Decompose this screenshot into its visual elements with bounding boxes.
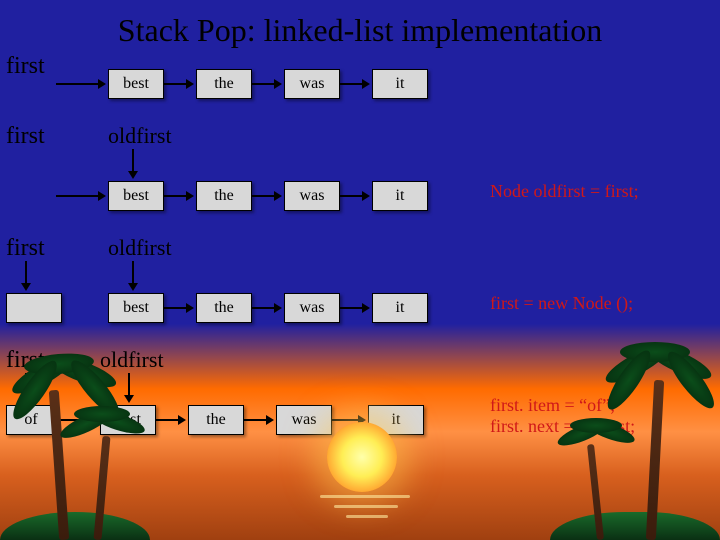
node-best: best xyxy=(108,293,164,323)
arrow-down-icon xyxy=(128,373,130,395)
node-was: was xyxy=(284,181,340,211)
slide-title: Stack Pop: linked-list implementation xyxy=(0,0,720,53)
caption-2: first = new Node (); xyxy=(490,293,633,314)
arrow-icon xyxy=(252,83,274,85)
caption-3a: first. item = “of”; xyxy=(490,395,615,415)
arrow-icon xyxy=(340,195,362,197)
oldfirst-label-2: oldfirst xyxy=(108,123,172,149)
arrow-icon xyxy=(56,195,98,197)
arrow-icon xyxy=(340,83,362,85)
node-new-empty xyxy=(6,293,62,323)
arrow-icon xyxy=(56,83,98,85)
node-the: the xyxy=(196,69,252,99)
arrow-icon xyxy=(340,307,362,309)
arrow-icon xyxy=(164,195,186,197)
arrow-down-icon xyxy=(132,149,134,171)
oldfirst-label-4: oldfirst xyxy=(100,347,164,373)
node-best: best xyxy=(108,69,164,99)
palm-tree-icon xyxy=(78,420,128,540)
node-best: best xyxy=(108,181,164,211)
oldfirst-label-3: oldfirst xyxy=(108,235,172,261)
arrow-icon xyxy=(244,419,266,421)
palm-tree-icon xyxy=(574,430,620,540)
node-the: the xyxy=(196,293,252,323)
node-it: it xyxy=(372,181,428,211)
ripple-decoration xyxy=(320,495,410,498)
arrow-icon xyxy=(164,307,186,309)
node-the: the xyxy=(196,181,252,211)
arrow-down-icon xyxy=(25,261,27,283)
ripple-decoration xyxy=(334,505,398,508)
first-label-3: first xyxy=(6,235,45,262)
caption-1: Node oldfirst = first; xyxy=(490,181,639,202)
arrow-icon xyxy=(252,307,274,309)
node-the: the xyxy=(188,405,244,435)
node-was: was xyxy=(284,293,340,323)
node-it: it xyxy=(372,293,428,323)
arrow-icon xyxy=(164,83,186,85)
node-was: was xyxy=(276,405,332,435)
first-label-2: first xyxy=(6,123,45,150)
ripple-decoration xyxy=(346,515,388,518)
palm-tree-icon xyxy=(626,360,686,540)
step-2: first oldfirst best the was it Node oldf… xyxy=(0,123,720,235)
arrow-icon xyxy=(156,419,178,421)
arrow-icon xyxy=(332,419,358,421)
step-1: first best the was it xyxy=(0,53,720,123)
first-label-1: first xyxy=(6,53,45,80)
arrow-down-icon xyxy=(132,261,134,283)
step-3: first oldfirst best the was it first = n… xyxy=(0,235,720,347)
sun-decoration xyxy=(327,422,397,492)
node-was: was xyxy=(284,69,340,99)
node-it: it xyxy=(372,69,428,99)
arrow-icon xyxy=(252,195,274,197)
